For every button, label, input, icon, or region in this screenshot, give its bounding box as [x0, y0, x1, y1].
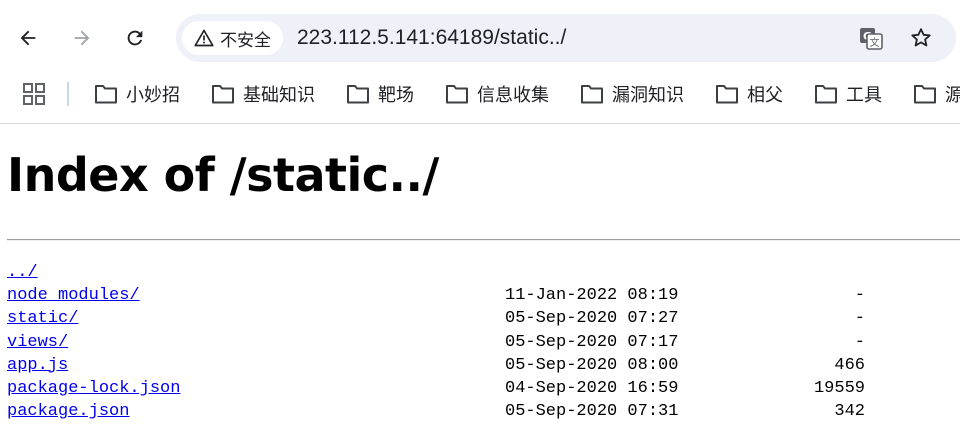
bookmark-folder[interactable]: 基础知识	[211, 80, 315, 108]
reload-button[interactable]	[118, 21, 152, 55]
bookmark-folder[interactable]: 靶场	[346, 80, 414, 108]
bookmark-folder[interactable]: 源	[913, 80, 960, 108]
file-size: -	[854, 286, 865, 306]
horizontal-rule	[7, 239, 960, 241]
listing-row: package.json 05-Sep-2020 07:31 342	[7, 400, 960, 423]
bookmark-label: 信息收集	[477, 85, 549, 105]
browser-toolbar: 不安全 223.112.5.141:64189/static../ G 文	[0, 0, 960, 76]
bookmark-label: 源	[945, 85, 960, 105]
entry-link[interactable]: app.js	[7, 356, 68, 375]
security-label: 不安全	[220, 30, 271, 50]
url-text[interactable]: 223.112.5.141:64189/static../	[297, 24, 566, 52]
translate-button[interactable]: G 文	[857, 24, 885, 52]
bookmarks-divider	[67, 82, 69, 106]
file-size: 19559	[813, 378, 865, 398]
bookmark-label: 小妙招	[126, 85, 180, 105]
bookmark-star-button[interactable]	[907, 24, 935, 52]
modified-date: 05-Sep-2020 07:31	[505, 402, 679, 422]
listing-row: node_modules/ 11-Jan-2022 08:19 -	[7, 284, 960, 307]
forward-button[interactable]	[65, 21, 99, 55]
bookmark-label: 漏洞知识	[612, 85, 684, 105]
listing-row: ../	[7, 261, 960, 284]
warning-triangle-icon	[194, 29, 214, 47]
bookmark-label: 靶场	[378, 85, 414, 105]
bookmark-label: 工具	[846, 85, 882, 105]
file-size: -	[854, 309, 865, 329]
bookmark-folder[interactable]: 漏洞知识	[580, 80, 684, 108]
modified-date: 05-Sep-2020 07:17	[505, 332, 679, 352]
folder-icon	[95, 85, 117, 104]
modified-date: 11-Jan-2022 08:19	[505, 286, 679, 306]
bookmark-folder[interactable]: 信息收集	[445, 80, 549, 108]
entry-link[interactable]: package-lock.json	[7, 379, 180, 398]
folder-icon	[716, 85, 738, 104]
bookmarks-bar: 小妙招 基础知识 靶场 信息收集 漏洞知识 相父 工具 源	[0, 76, 960, 112]
file-size: -	[854, 332, 865, 352]
page-content: Index of /static../ ../ node_modules/ 11…	[0, 124, 960, 440]
modified-date: 05-Sep-2020 08:00	[505, 355, 679, 375]
star-icon	[911, 28, 931, 47]
listing-row: views/ 05-Sep-2020 07:17 -	[7, 331, 960, 354]
arrow-left-icon	[20, 30, 36, 46]
listing-row: package-lock.json 04-Sep-2020 16:59 1955…	[7, 377, 960, 400]
bookmark-folder[interactable]: 小妙招	[94, 80, 180, 108]
bookmark-folder[interactable]: 工具	[814, 80, 882, 108]
file-size: 342	[834, 402, 865, 422]
svg-text:文: 文	[870, 36, 880, 49]
modified-date: 05-Sep-2020 07:27	[505, 309, 679, 329]
entry-link[interactable]: static/	[7, 309, 78, 328]
modified-date: 04-Sep-2020 16:59	[505, 378, 679, 398]
parent-directory-link[interactable]: ../	[7, 263, 38, 282]
bookmark-label: 基础知识	[243, 85, 315, 105]
entry-link[interactable]: views/	[7, 333, 68, 352]
file-size: 466	[834, 355, 865, 375]
folder-icon	[446, 85, 468, 104]
arrow-right-icon	[74, 30, 90, 46]
folder-icon	[581, 85, 603, 104]
bookmark-folder[interactable]: 相父	[715, 80, 783, 108]
listing-row: app.js 05-Sep-2020 08:00 466	[7, 354, 960, 377]
folder-icon	[914, 85, 936, 104]
back-button[interactable]	[11, 21, 45, 55]
address-bar[interactable]: 不安全 223.112.5.141:64189/static../ G 文	[176, 14, 956, 62]
directory-listing: ../ node_modules/ 11-Jan-2022 08:19 - st…	[7, 261, 960, 423]
reload-icon	[127, 30, 143, 46]
listing-row: static/ 05-Sep-2020 07:27 -	[7, 307, 960, 330]
bookmark-label: 相父	[747, 85, 783, 105]
apps-grid-icon[interactable]	[22, 82, 46, 106]
page-title: Index of /static../	[7, 148, 439, 202]
folder-icon	[815, 85, 837, 104]
entry-link[interactable]: node_modules/	[7, 286, 140, 305]
folder-icon	[212, 85, 234, 104]
folder-icon	[347, 85, 369, 104]
translate-icon: G 文	[860, 28, 883, 50]
entry-link[interactable]: package.json	[7, 402, 129, 421]
security-chip[interactable]: 不安全	[182, 21, 283, 55]
